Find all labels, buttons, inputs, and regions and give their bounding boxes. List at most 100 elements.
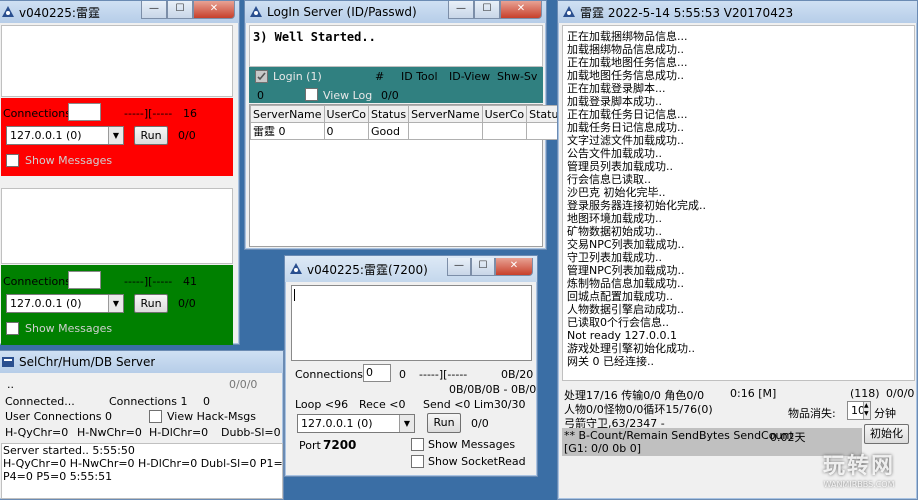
log-line: 正在加载捆绑物品信息...	[567, 30, 688, 43]
shw-sv-label[interactable]: Shw-Sv	[497, 70, 537, 83]
stat-dlchr: H-DlChr=0	[149, 426, 209, 439]
ip-select[interactable]: 127.0.0.1 (0) ▼	[6, 126, 124, 145]
gate-log-area[interactable]	[291, 285, 532, 361]
show-messages-checkbox[interactable]	[6, 154, 19, 167]
maximize-icon[interactable]: ☐	[474, 1, 500, 19]
connection-dashes: -----][-----	[124, 107, 173, 120]
login-checkbox[interactable]	[255, 70, 268, 83]
show-messages-label: Show Messages	[25, 322, 113, 335]
login-titlebar[interactable]: LogIn Server (ID/Passwd) — ☐ ✕	[245, 1, 546, 23]
init-button[interactable]: 初始化	[864, 424, 909, 444]
app-icon	[1, 5, 15, 19]
connections-input[interactable]	[68, 271, 101, 289]
stat-nwchr: H-NwChr=0	[77, 426, 142, 439]
log-line: 人物数据引擎启动成功..	[567, 303, 684, 316]
log-line: 炼制物品信息加载成功..	[567, 277, 684, 290]
maximize-icon[interactable]: ☐	[471, 258, 495, 276]
column-header[interactable]: ServerName	[250, 105, 325, 123]
watermark-logo-text: 玩转网	[822, 454, 895, 479]
connections-input[interactable]: 0	[363, 364, 391, 382]
log-line: 矿物数据初始成功..	[567, 225, 662, 238]
show-messages-checkbox[interactable]	[6, 322, 19, 335]
selchr-log-area[interactable]: Server started.. 5:55:50 H-QyChr=0 H-NwC…	[1, 443, 283, 499]
login-teal-panel: Login (1) # ID Tool ID-View Shw-Sv 0 Vie…	[249, 67, 543, 103]
log-line: 加载地图任务信息成功..	[567, 69, 684, 82]
port-value[interactable]: 7200	[323, 438, 356, 452]
log-line: 文字过滤文件加载成功..	[567, 134, 684, 147]
column-header[interactable]: UserCo	[481, 105, 528, 123]
run-ratio: 0/0	[178, 129, 196, 142]
item-vanish-spinner[interactable]: 10 ▲ ▼	[847, 401, 871, 420]
v040225-log-area-1[interactable]	[1, 25, 233, 97]
column-header[interactable]: UserCo	[323, 105, 370, 123]
bcount-extra: 0.02天	[770, 431, 806, 444]
view-log-ratio: 0/0	[381, 89, 399, 102]
view-log-checkbox[interactable]	[305, 88, 318, 101]
ip-select[interactable]: 127.0.0.1 (0) ▼	[6, 294, 124, 313]
run-button[interactable]: Run	[427, 413, 461, 433]
gate-7200-titlebar[interactable]: v040225:雷霆(7200) — ☐ ✕	[285, 256, 537, 282]
user-connections-label: User Connections 0	[5, 410, 113, 423]
close-icon[interactable]: ✕	[500, 1, 542, 19]
connections-label: Connections	[295, 368, 363, 381]
chevron-down-icon[interactable]: ▼	[108, 295, 123, 312]
chevron-down-icon[interactable]: ▼	[399, 415, 414, 432]
connections-input[interactable]	[68, 103, 101, 121]
show-messages-checkbox[interactable]	[411, 438, 424, 451]
selchr-titlebar[interactable]: SelChr/Hum/DB Server	[0, 351, 283, 373]
connection-count: 16	[183, 107, 197, 120]
log-line: 加载捆绑物品信息成功..	[567, 43, 684, 56]
v040225-window: v040225:雷霆 — ☐ ✕ Connections -----][----…	[0, 0, 240, 345]
log-line: 加载任务日记信息成功..	[567, 121, 684, 134]
log-line: 登录服务器连接初始化完成..	[567, 199, 706, 212]
connection-dashes: -----][-----	[419, 368, 468, 381]
connections-label: Connections	[3, 107, 71, 120]
view-hack-checkbox[interactable]	[149, 410, 162, 423]
rece-label: Rece <0	[359, 398, 406, 411]
main-titlebar[interactable]: 雷霆 2022-5-14 5:55:53 V20170423	[558, 1, 917, 23]
close-icon[interactable]: ✕	[495, 258, 533, 276]
log-line: H-QyChr=0 H-NwChr=0 H-DlChr=0 Dubl-Sl=0 …	[3, 457, 283, 470]
log-line: 守卫列表加载成功..	[567, 251, 662, 264]
run-button[interactable]: Run	[134, 294, 168, 313]
send-label: Send <0 Lim30/30	[423, 398, 526, 411]
gate-7200-window: v040225:雷霆(7200) — ☐ ✕ Connections 0 0 -…	[284, 255, 538, 477]
minimize-icon[interactable]: —	[141, 1, 167, 19]
chevron-down-icon[interactable]: ▼	[108, 127, 123, 144]
run-ratio: 0/0	[178, 297, 196, 310]
connections-label: Connections 1	[109, 395, 188, 408]
login-status-area[interactable]: 3) Well Started..	[249, 25, 543, 67]
selchr-dots: ..	[7, 378, 14, 391]
text-cursor	[294, 289, 295, 301]
id-tool-label[interactable]: ID Tool	[401, 70, 438, 83]
log-line: 管理员列表加载成功..	[567, 160, 673, 173]
show-socketread-label: Show SocketRead	[428, 455, 526, 468]
spinner-arrows-icon[interactable]: ▲ ▼	[863, 402, 870, 419]
table-row[interactable]: 雷霆 0 0 Good	[250, 122, 568, 140]
show-socketread-checkbox[interactable]	[411, 455, 424, 468]
maximize-icon[interactable]: ☐	[167, 1, 193, 19]
login-server-table: ServerName UserCo Status ServerName User…	[250, 105, 568, 140]
close-icon[interactable]: ✕	[193, 1, 235, 19]
v040225-log-area-2[interactable]	[1, 188, 233, 264]
table-cell	[408, 122, 483, 140]
table-cell	[481, 122, 528, 140]
run-button[interactable]: Run	[134, 126, 168, 145]
column-header[interactable]: Status	[368, 105, 410, 123]
main-log-area[interactable]: 正在加载捆绑物品信息... 加载捆绑物品信息成功.. 正在加载地图任务信息... 加载…	[562, 25, 915, 381]
minimize-icon[interactable]: —	[447, 258, 471, 276]
window-title: 雷霆 2022-5-14 5:55:53 V20170423	[580, 5, 794, 20]
column-header[interactable]: ServerName	[408, 105, 483, 123]
app-icon	[289, 262, 303, 276]
log-line: 加载登录脚本成功..	[567, 95, 662, 108]
view-hack-label: View Hack-Msgs	[167, 410, 256, 423]
minimize-icon[interactable]: —	[448, 1, 474, 19]
ip-select[interactable]: 127.0.0.1 (0) ▼	[297, 414, 415, 433]
log-line: 回城点配置加载成功..	[567, 290, 673, 303]
log-line: 交易NPC列表加载成功..	[567, 238, 685, 251]
id-view-label[interactable]: ID-View	[449, 70, 490, 83]
v040225-titlebar[interactable]: v040225:雷霆 — ☐ ✕	[0, 1, 239, 23]
connections-extra: 0	[203, 395, 210, 408]
table-header-row: ServerName UserCo Status ServerName User…	[250, 105, 568, 123]
table-cell: Good	[368, 122, 410, 140]
